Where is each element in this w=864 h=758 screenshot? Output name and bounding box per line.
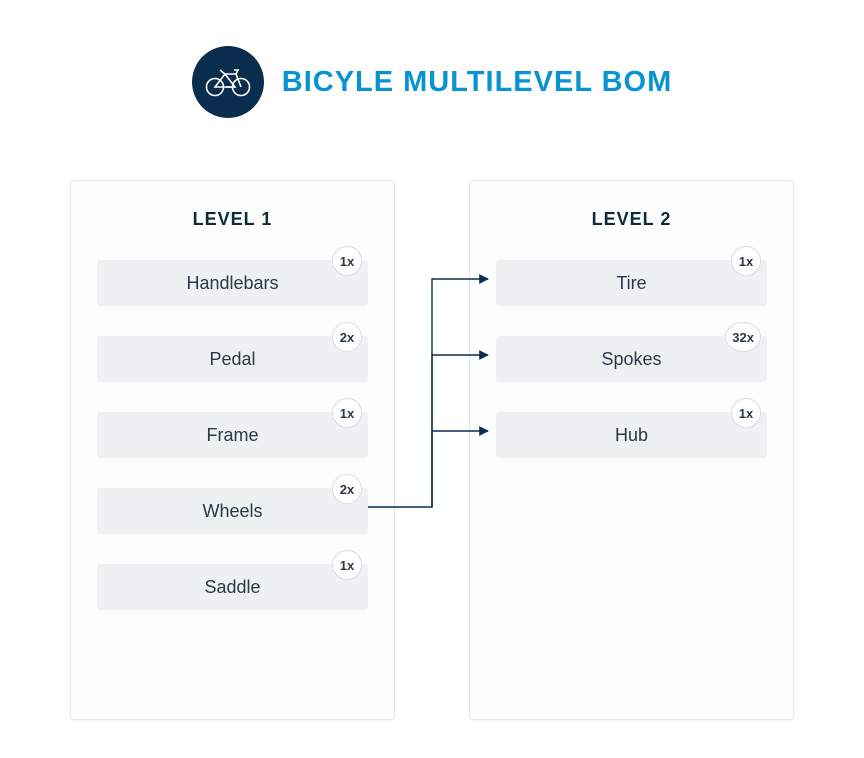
qty-badge: 1x [731,246,761,276]
qty-badge: 1x [332,246,362,276]
qty-badge: 1x [332,398,362,428]
level-1-panel: LEVEL 1 1x Handlebars 2x Pedal 1x Frame … [70,180,395,720]
bom-item: 1x Saddle [97,564,368,610]
qty-badge: 1x [731,398,761,428]
qty-badge: 2x [332,322,362,352]
qty-badge: 2x [332,474,362,504]
bom-item: 1x Handlebars [97,260,368,306]
item-label: Wheels [97,488,368,534]
bom-item: 1x Hub [496,412,767,458]
diagram-title: BICYLE MULTILEVEL BOM [282,66,672,99]
item-label: Pedal [97,336,368,382]
diagram-header: BICYLE MULTILEVEL BOM [0,0,864,118]
qty-badge: 32x [725,322,761,352]
bicycle-icon [192,46,264,118]
level-2-panel: LEVEL 2 1x Tire 32x Spokes 1x Hub [469,180,794,720]
item-label: Hub [496,412,767,458]
item-label: Saddle [97,564,368,610]
level-2-title: LEVEL 2 [496,209,767,230]
bom-columns: LEVEL 1 1x Handlebars 2x Pedal 1x Frame … [70,180,794,720]
bom-item: 1x Tire [496,260,767,306]
bom-item: 2x Pedal [97,336,368,382]
qty-badge: 1x [332,550,362,580]
item-label: Tire [496,260,767,306]
item-label: Frame [97,412,368,458]
bom-item: 32x Spokes [496,336,767,382]
level-1-title: LEVEL 1 [97,209,368,230]
bom-item: 2x Wheels [97,488,368,534]
item-label: Handlebars [97,260,368,306]
bom-item: 1x Frame [97,412,368,458]
